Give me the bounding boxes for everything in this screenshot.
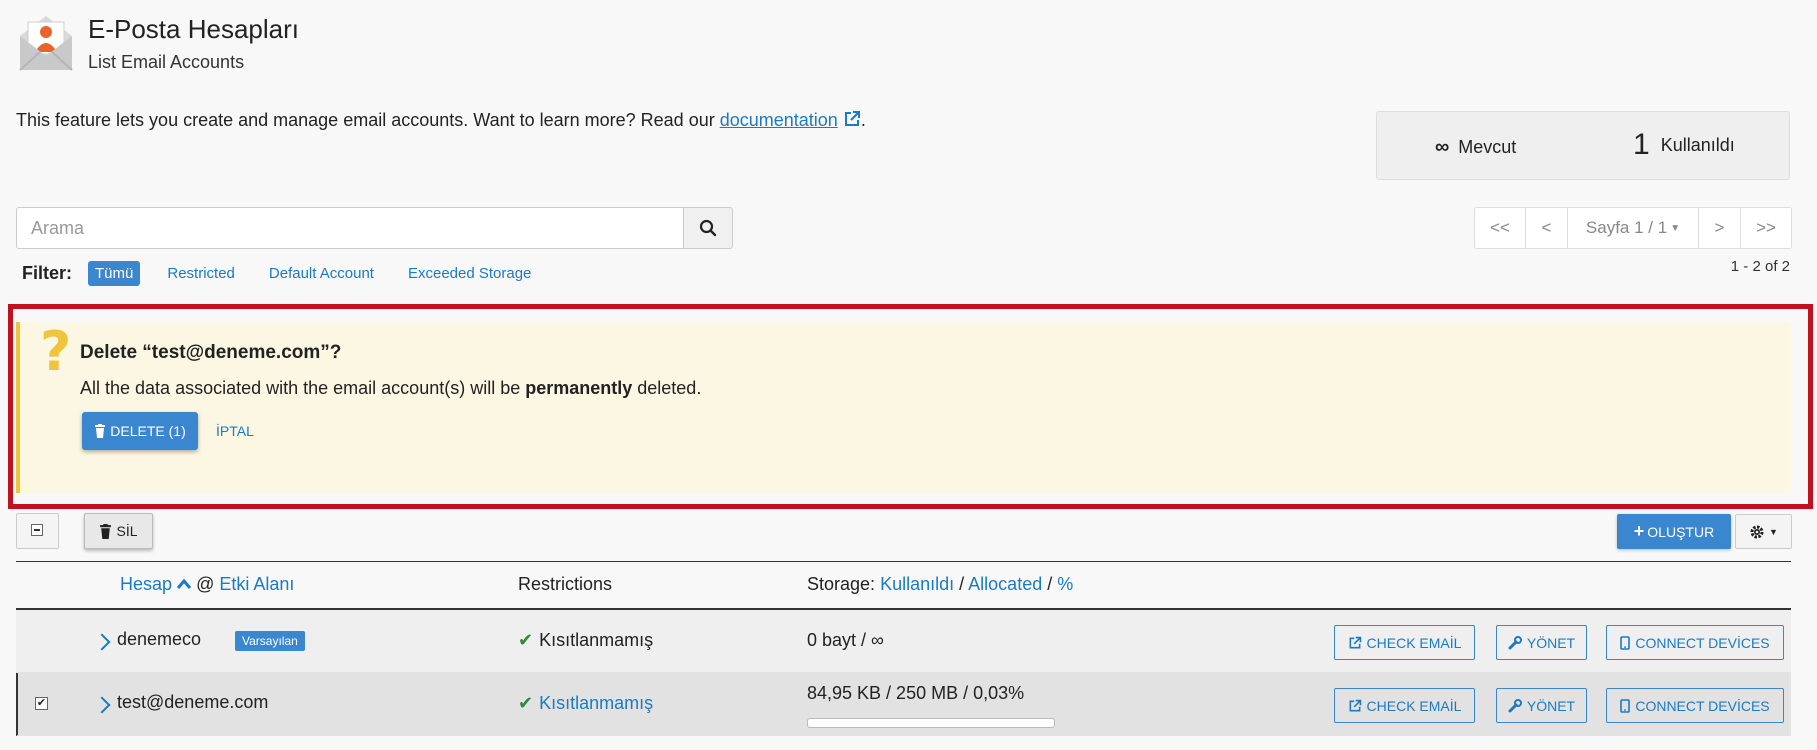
- stat-used-value: 1: [1633, 128, 1650, 161]
- mobile-icon: [1620, 698, 1631, 713]
- search-icon: [699, 219, 717, 237]
- last-page-button[interactable]: >>: [1740, 207, 1792, 249]
- page-select-label: Sayfa 1 / 1: [1585, 218, 1668, 237]
- filter-restricted[interactable]: Restricted: [160, 261, 242, 286]
- restriction-status: ✔ Kısıtlanmamış: [518, 693, 653, 714]
- sort-account[interactable]: Hesap: [120, 574, 172, 594]
- highlight-frame: [8, 304, 1813, 509]
- sort-domain[interactable]: Etki Alanı: [219, 574, 294, 594]
- sort-allocated[interactable]: Allocated: [968, 574, 1042, 594]
- default-badge: Varsayılan: [235, 631, 305, 651]
- column-storage: Storage: Kullanıldı / Allocated / %: [807, 574, 1073, 595]
- storage-usage: 0 bayt / ∞: [807, 630, 884, 650]
- stat-available: ∞ Mevcut: [1435, 136, 1516, 159]
- connect-devices-label: CONNECT DEVİCES: [1635, 634, 1770, 651]
- filter-label: Filter:: [22, 262, 73, 283]
- check-email-button[interactable]: CHECK EMAİL: [1334, 688, 1475, 723]
- expand-chevron-icon[interactable]: [93, 696, 111, 714]
- expand-chevron-icon[interactable]: [93, 633, 111, 651]
- table-row: ✔ test@deneme.com ✔ Kısıtlanmamış 84,95 K…: [16, 673, 1791, 736]
- stat-available-label: Mevcut: [1458, 137, 1517, 157]
- create-account-label: OLUŞTUR: [1647, 523, 1715, 540]
- table-row: denemeco Varsayılan ✔ Kısıtlanmamış 0 bay…: [16, 610, 1791, 673]
- pagination: << < Sayfa 1 / 1 ▼ > >>: [1474, 207, 1792, 249]
- settings-dropdown-button[interactable]: ▼: [1735, 514, 1792, 549]
- sort-used[interactable]: Kullanıldı: [880, 574, 954, 594]
- storage-sep-1: /: [959, 574, 965, 594]
- storage-sep-2: /: [1047, 574, 1053, 594]
- filter-default-account[interactable]: Default Account: [262, 261, 381, 286]
- delete-selected-label: SİL: [116, 523, 138, 539]
- wrench-icon: [1508, 698, 1522, 713]
- caret-down-icon: ▼: [1670, 222, 1681, 234]
- connect-devices-label: CONNECT DEVİCES: [1635, 697, 1770, 714]
- external-link-icon[interactable]: [843, 110, 861, 128]
- trash-icon: [99, 523, 112, 539]
- sort-up-icon: [177, 579, 192, 589]
- filter-exceeded-storage[interactable]: Exceeded Storage: [401, 261, 538, 286]
- plus-icon: +: [1633, 521, 1645, 541]
- page-subtitle: List Email Accounts: [88, 52, 245, 72]
- external-link-icon: [1348, 699, 1362, 713]
- filter-all[interactable]: Tümü: [88, 260, 141, 286]
- indeterminate-checkbox-icon: [31, 524, 43, 536]
- stat-used-label: Kullanıldı: [1660, 135, 1735, 155]
- filter-bar: Filter: Tümü Restricted Default Account …: [22, 260, 558, 286]
- sort-percent[interactable]: %: [1057, 574, 1073, 594]
- manage-label: YÖNET: [1526, 634, 1576, 651]
- prev-page-button[interactable]: <: [1525, 207, 1568, 249]
- manage-button[interactable]: YÖNET: [1496, 625, 1587, 660]
- search-button[interactable]: [683, 207, 733, 249]
- column-account[interactable]: Hesap @ Etki Alanı: [120, 574, 294, 595]
- select-all-checkbox[interactable]: [16, 513, 59, 549]
- check-email-label: CHECK EMAİL: [1366, 634, 1462, 651]
- storage-progress-bar: [807, 718, 1055, 728]
- wrench-icon: [1508, 635, 1522, 650]
- email-accounts-app-icon: [16, 14, 76, 72]
- check-icon: ✔: [518, 630, 534, 650]
- account-name: denemeco: [117, 629, 202, 649]
- caret-down-icon: ▼: [1769, 526, 1778, 537]
- check-email-label: CHECK EMAİL: [1366, 697, 1462, 714]
- manage-button[interactable]: YÖNET: [1496, 688, 1587, 723]
- page-title: E-Posta Hesapları: [88, 14, 299, 44]
- restriction-label[interactable]: Kısıtlanmamış: [539, 693, 653, 713]
- column-restrictions[interactable]: Restrictions: [518, 574, 612, 595]
- intro-description: This feature lets you create and manage …: [16, 110, 720, 130]
- next-page-button[interactable]: >: [1698, 207, 1741, 249]
- external-link-icon: [1348, 636, 1362, 650]
- account-name: test@deneme.com: [117, 692, 269, 712]
- documentation-link[interactable]: documentation: [720, 110, 838, 130]
- search-input[interactable]: [16, 207, 684, 249]
- restriction-status: ✔ Kısıtlanmamış: [518, 630, 653, 651]
- connect-devices-button[interactable]: CONNECT DEVİCES: [1606, 625, 1784, 660]
- stat-used: 1 Kullanıldı: [1633, 128, 1735, 162]
- email-accounts-table: Hesap @ Etki Alanı Restrictions Storage:…: [16, 561, 1791, 736]
- intro-text: This feature lets you create and manage …: [16, 110, 866, 131]
- search-bar: [16, 207, 733, 249]
- delete-selected-button[interactable]: SİL: [84, 513, 153, 549]
- row-checkbox[interactable]: ✔: [35, 697, 48, 710]
- manage-label: YÖNET: [1526, 697, 1576, 714]
- page-select[interactable]: Sayfa 1 / 1 ▼: [1567, 207, 1699, 249]
- check-email-button[interactable]: CHECK EMAİL: [1334, 625, 1475, 660]
- connect-devices-button[interactable]: CONNECT DEVİCES: [1606, 688, 1784, 723]
- gear-icon: [1749, 524, 1765, 540]
- create-account-button[interactable]: + OLUŞTUR: [1617, 514, 1731, 549]
- infinity-symbol: ∞: [1435, 136, 1450, 158]
- intro-suffix: .: [860, 110, 866, 130]
- at-separator: @: [196, 574, 215, 594]
- storage-prefix: Storage:: [807, 574, 876, 594]
- check-icon: ✔: [518, 693, 534, 713]
- first-page-button[interactable]: <<: [1474, 207, 1526, 249]
- storage-usage: 84,95 KB / 250 MB / 0,03%: [807, 683, 1025, 703]
- mobile-icon: [1620, 635, 1631, 650]
- pagination-info: 1 - 2 of 2: [1730, 258, 1790, 275]
- restriction-label: Kısıtlanmamış: [539, 630, 654, 650]
- table-header: Hesap @ Etki Alanı Restrictions Storage:…: [16, 561, 1791, 610]
- account-stats-box: ∞ Mevcut 1 Kullanıldı: [1376, 111, 1790, 180]
